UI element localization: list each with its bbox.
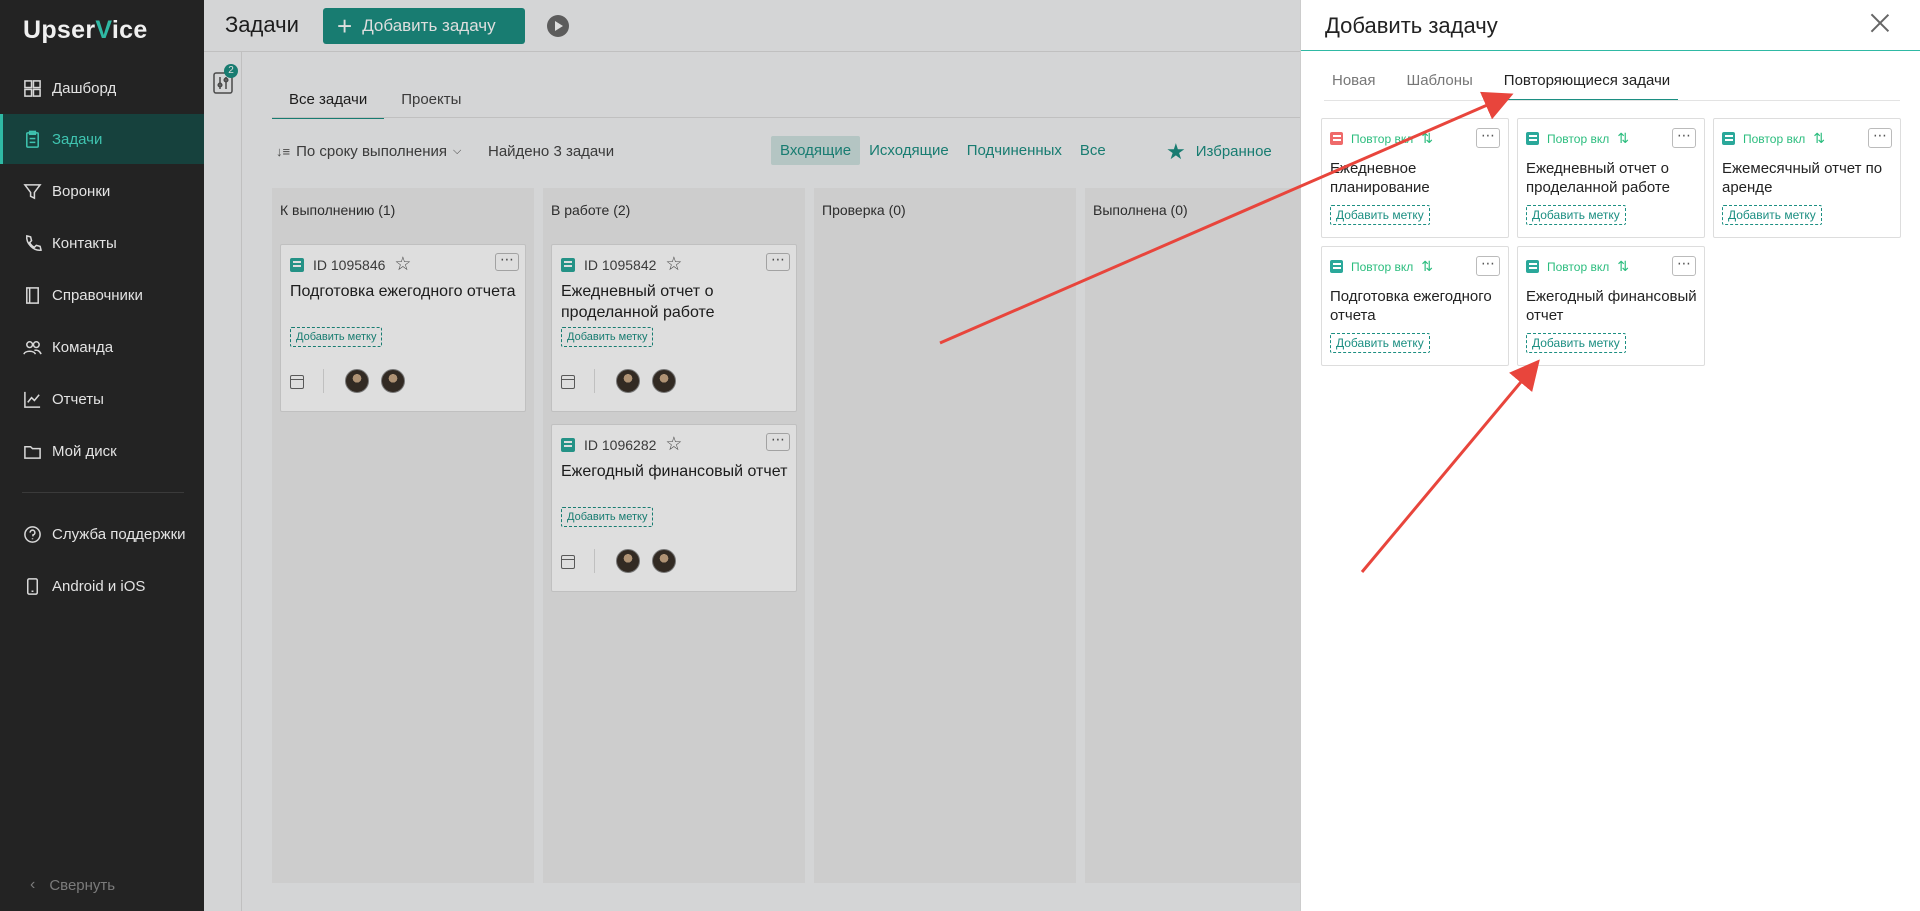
chevron-left-icon: ‹ bbox=[30, 876, 36, 893]
repeat-status: Повтор вкл ⇅ bbox=[1722, 130, 1825, 147]
repeat-label: Повтор вкл bbox=[1547, 131, 1610, 146]
panel-tabs: Новая Шаблоны Повторяющиеся задачи bbox=[1324, 70, 1679, 101]
add-tag-button[interactable]: Добавить метку bbox=[1526, 205, 1626, 225]
modal-backdrop[interactable] bbox=[204, 0, 1301, 911]
sidebar-item-label: Контакты bbox=[52, 234, 117, 252]
sidebar-item-label: Задачи bbox=[52, 130, 103, 148]
repeat-status: Повтор вкл ⇅ bbox=[1330, 130, 1433, 147]
sidebar-item-reports[interactable]: Отчеты bbox=[0, 374, 204, 424]
add-tag-button[interactable]: Добавить метку bbox=[1722, 205, 1822, 225]
card-menu-button[interactable]: ⋯ bbox=[1672, 128, 1696, 148]
sidebar-item-label: Воронки bbox=[52, 182, 111, 200]
sidebar-item-label: Дашборд bbox=[52, 79, 117, 97]
repeat-icon: ⇅ bbox=[1421, 130, 1433, 146]
sidebar-item-mobile-apps[interactable]: Android и iOS bbox=[0, 561, 204, 611]
team-icon bbox=[22, 337, 42, 357]
template-title: Ежедневный отчет о проделанной работе bbox=[1526, 160, 1670, 196]
collapse-label: Свернуть bbox=[49, 876, 116, 894]
funnel-icon bbox=[22, 181, 42, 201]
sidebar-item-label: Мой диск bbox=[52, 442, 117, 460]
card-menu-button[interactable]: ⋯ bbox=[1672, 256, 1696, 276]
template-title: Подготовка ежегодного отчета bbox=[1330, 288, 1492, 324]
sidebar-item-funnels[interactable]: Воронки bbox=[0, 166, 204, 216]
tab-recurring-tasks[interactable]: Повторяющиеся задачи bbox=[1495, 70, 1679, 101]
panel-tabs-divider bbox=[1324, 100, 1900, 101]
template-title: Ежемесячный отчет по аренде bbox=[1722, 160, 1883, 196]
repeat-status: Повтор вкл ⇅ bbox=[1526, 130, 1629, 147]
app-logo[interactable]: UpserVice bbox=[23, 16, 148, 45]
panel-title: Добавить задачу bbox=[1325, 13, 1498, 38]
add-tag-button[interactable]: Добавить метку bbox=[1330, 333, 1430, 353]
task-type-icon bbox=[1526, 260, 1539, 273]
card-menu-button[interactable]: ⋯ bbox=[1476, 128, 1500, 148]
sidebar-item-label: Справочники bbox=[52, 286, 143, 304]
task-type-icon bbox=[1722, 132, 1735, 145]
tasks-icon bbox=[22, 129, 42, 149]
panel-header-divider bbox=[1301, 50, 1920, 51]
help-icon bbox=[22, 524, 42, 544]
sidebar-item-support[interactable]: Служба поддержки bbox=[0, 509, 204, 559]
dashboard-icon bbox=[22, 78, 42, 98]
collapse-sidebar-button[interactable]: ‹ Свернуть bbox=[30, 876, 115, 894]
repeat-label: Повтор вкл bbox=[1351, 259, 1414, 274]
sidebar-item-my-disk[interactable]: Мой диск bbox=[0, 426, 204, 476]
sidebar: UpserVice Дашборд Задачи Воронки Контакт… bbox=[0, 0, 204, 911]
sidebar-item-label: Отчеты bbox=[52, 390, 104, 408]
repeat-status: Повтор вкл ⇅ bbox=[1526, 258, 1629, 275]
repeat-label: Повтор вкл bbox=[1547, 259, 1610, 274]
card-menu-button[interactable]: ⋯ bbox=[1868, 128, 1892, 148]
add-tag-button[interactable]: Добавить метку bbox=[1330, 205, 1430, 225]
add-task-panel: Добавить задачу Новая Шаблоны Повторяющи… bbox=[1300, 0, 1920, 911]
recurring-task-card[interactable]: Повтор вкл ⇅ ⋯ Ежегодный финансовый отче… bbox=[1517, 246, 1705, 366]
sidebar-item-dashboard[interactable]: Дашборд bbox=[0, 63, 204, 113]
chart-icon bbox=[22, 389, 42, 409]
sidebar-item-directories[interactable]: Справочники bbox=[0, 270, 204, 320]
template-title: Ежегодный финансовый отчет bbox=[1526, 288, 1697, 324]
book-icon bbox=[22, 285, 42, 305]
recurring-task-card[interactable]: Повтор вкл ⇅ ⋯ Ежемесячный отчет по арен… bbox=[1713, 118, 1901, 238]
sidebar-divider bbox=[22, 492, 184, 493]
recurring-task-card[interactable]: Повтор вкл ⇅ ⋯ Ежедневный отчет о продел… bbox=[1517, 118, 1705, 238]
repeat-label: Повтор вкл bbox=[1743, 131, 1806, 146]
recurring-task-card[interactable]: Повтор вкл ⇅ ⋯ Ежедневное планирование Д… bbox=[1321, 118, 1509, 238]
template-title: Ежедневное планирование bbox=[1330, 160, 1430, 196]
close-icon[interactable] bbox=[1869, 12, 1891, 34]
sidebar-item-label: Android и iOS bbox=[52, 577, 146, 595]
repeat-icon: ⇅ bbox=[1617, 130, 1629, 146]
sidebar-item-contacts[interactable]: Контакты bbox=[0, 218, 204, 268]
phone-icon bbox=[22, 233, 42, 253]
repeat-icon: ⇅ bbox=[1421, 258, 1433, 274]
card-menu-button[interactable]: ⋯ bbox=[1476, 256, 1500, 276]
task-type-icon bbox=[1526, 132, 1539, 145]
sidebar-item-team[interactable]: Команда bbox=[0, 322, 204, 372]
task-type-icon bbox=[1330, 260, 1343, 273]
folder-icon bbox=[22, 441, 42, 461]
recurring-task-card[interactable]: Повтор вкл ⇅ ⋯ Подготовка ежегодного отч… bbox=[1321, 246, 1509, 366]
sidebar-item-tasks[interactable]: Задачи bbox=[0, 114, 204, 164]
add-tag-button[interactable]: Добавить метку bbox=[1526, 333, 1626, 353]
repeat-icon: ⇅ bbox=[1617, 258, 1629, 274]
mobile-icon bbox=[22, 576, 42, 596]
repeat-label: Повтор вкл bbox=[1351, 131, 1414, 146]
sidebar-item-label: Служба поддержки bbox=[52, 525, 186, 543]
tab-new[interactable]: Новая bbox=[1324, 70, 1383, 101]
repeat-status: Повтор вкл ⇅ bbox=[1330, 258, 1433, 275]
repeat-icon: ⇅ bbox=[1813, 130, 1825, 146]
tab-templates[interactable]: Шаблоны bbox=[1398, 70, 1480, 101]
sidebar-item-label: Команда bbox=[52, 338, 114, 356]
task-type-icon bbox=[1330, 132, 1343, 145]
